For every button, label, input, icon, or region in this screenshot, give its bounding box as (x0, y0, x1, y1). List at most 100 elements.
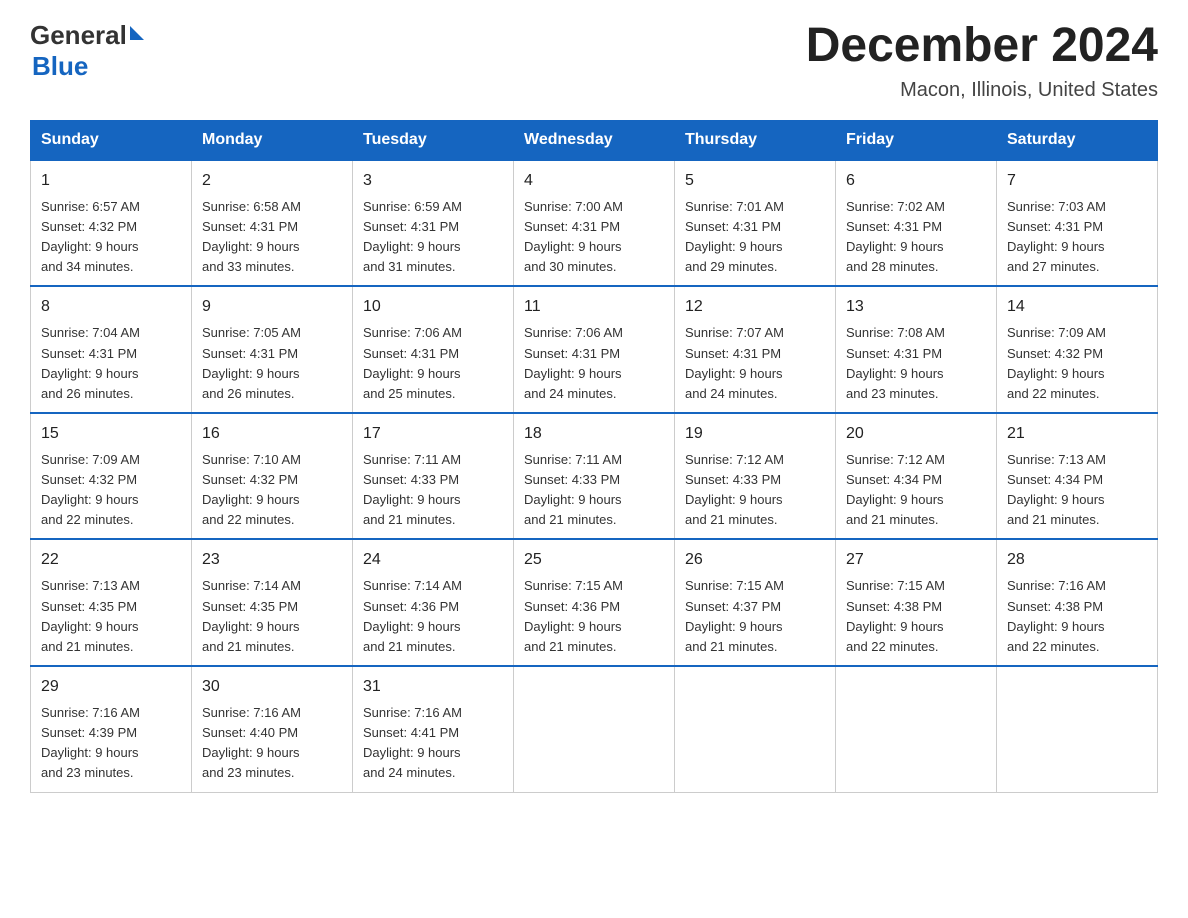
day-number: 1 (41, 169, 181, 193)
calendar-day-cell: 24 Sunrise: 7:14 AMSunset: 4:36 PMDayligh… (353, 539, 514, 666)
calendar-day-cell: 23 Sunrise: 7:14 AMSunset: 4:35 PMDayligh… (192, 539, 353, 666)
calendar-day-cell: 17 Sunrise: 7:11 AMSunset: 4:33 PMDayligh… (353, 413, 514, 540)
title-area: December 2024 Macon, Illinois, United St… (806, 20, 1158, 102)
weekday-header-sunday: Sunday (31, 120, 192, 160)
day-info: Sunrise: 7:14 AMSunset: 4:35 PMDaylight:… (202, 576, 342, 657)
weekday-header-row: SundayMondayTuesdayWednesdayThursdayFrid… (31, 120, 1158, 160)
page-header: General Blue December 2024 Macon, Illino… (30, 20, 1158, 102)
day-number: 7 (1007, 169, 1147, 193)
day-info: Sunrise: 7:11 AMSunset: 4:33 PMDaylight:… (524, 450, 664, 531)
calendar-week-row: 1 Sunrise: 6:57 AMSunset: 4:32 PMDaylight… (31, 160, 1158, 287)
day-info: Sunrise: 7:08 AMSunset: 4:31 PMDaylight:… (846, 323, 986, 404)
day-info: Sunrise: 7:09 AMSunset: 4:32 PMDaylight:… (41, 450, 181, 531)
day-number: 23 (202, 548, 342, 572)
calendar-day-cell: 2 Sunrise: 6:58 AMSunset: 4:31 PMDaylight… (192, 160, 353, 287)
calendar-day-cell: 25 Sunrise: 7:15 AMSunset: 4:36 PMDayligh… (514, 539, 675, 666)
calendar-table: SundayMondayTuesdayWednesdayThursdayFrid… (30, 120, 1158, 793)
day-info: Sunrise: 7:15 AMSunset: 4:36 PMDaylight:… (524, 576, 664, 657)
day-info: Sunrise: 7:14 AMSunset: 4:36 PMDaylight:… (363, 576, 503, 657)
day-number: 14 (1007, 295, 1147, 319)
calendar-day-cell: 30Sunrise: 7:16 AMSunset: 4:40 PMDayligh… (192, 666, 353, 792)
calendar-week-row: 29 Sunrise: 7:16 AMSunset: 4:39 PMDayligh… (31, 666, 1158, 792)
weekday-header-wednesday: Wednesday (514, 120, 675, 160)
day-number: 29 (41, 675, 181, 699)
day-number: 25 (524, 548, 664, 572)
day-number: 10 (363, 295, 503, 319)
calendar-day-cell: 28 Sunrise: 7:16 AMSunset: 4:38 PMDayligh… (997, 539, 1158, 666)
day-number: 6 (846, 169, 986, 193)
calendar-day-cell: 6 Sunrise: 7:02 AMSunset: 4:31 PMDaylight… (836, 160, 997, 287)
day-info: Sunrise: 7:16 AMSunset: 4:38 PMDaylight:… (1007, 576, 1147, 657)
day-info: Sunrise: 7:02 AMSunset: 4:31 PMDaylight:… (846, 197, 986, 278)
logo-text-blue: Blue (32, 51, 88, 82)
location-subtitle: Macon, Illinois, United States (806, 79, 1158, 102)
calendar-week-row: 22Sunrise: 7:13 AMSunset: 4:35 PMDayligh… (31, 539, 1158, 666)
day-info: Sunrise: 7:15 AMSunset: 4:38 PMDaylight:… (846, 576, 986, 657)
calendar-day-cell: 29 Sunrise: 7:16 AMSunset: 4:39 PMDayligh… (31, 666, 192, 792)
day-number: 26 (685, 548, 825, 572)
day-number: 19 (685, 422, 825, 446)
calendar-week-row: 15 Sunrise: 7:09 AMSunset: 4:32 PMDayligh… (31, 413, 1158, 540)
calendar-day-cell: 19 Sunrise: 7:12 AMSunset: 4:33 PMDayligh… (675, 413, 836, 540)
day-number: 28 (1007, 548, 1147, 572)
day-number: 15 (41, 422, 181, 446)
calendar-day-cell: 5Sunrise: 7:01 AMSunset: 4:31 PMDaylight… (675, 160, 836, 287)
calendar-day-cell: 8 Sunrise: 7:04 AMSunset: 4:31 PMDaylight… (31, 286, 192, 413)
day-info: Sunrise: 7:06 AMSunset: 4:31 PMDaylight:… (524, 323, 664, 404)
calendar-day-cell (836, 666, 997, 792)
calendar-day-cell: 15 Sunrise: 7:09 AMSunset: 4:32 PMDayligh… (31, 413, 192, 540)
day-info: Sunrise: 7:10 AMSunset: 4:32 PMDaylight:… (202, 450, 342, 531)
calendar-day-cell: 20Sunrise: 7:12 AMSunset: 4:34 PMDayligh… (836, 413, 997, 540)
calendar-day-cell: 31Sunrise: 7:16 AMSunset: 4:41 PMDayligh… (353, 666, 514, 792)
day-number: 8 (41, 295, 181, 319)
calendar-week-row: 8 Sunrise: 7:04 AMSunset: 4:31 PMDaylight… (31, 286, 1158, 413)
calendar-day-cell: 1 Sunrise: 6:57 AMSunset: 4:32 PMDaylight… (31, 160, 192, 287)
day-info: Sunrise: 7:11 AMSunset: 4:33 PMDaylight:… (363, 450, 503, 531)
calendar-day-cell: 26 Sunrise: 7:15 AMSunset: 4:37 PMDayligh… (675, 539, 836, 666)
day-number: 16 (202, 422, 342, 446)
day-info: Sunrise: 7:00 AMSunset: 4:31 PMDaylight:… (524, 197, 664, 278)
day-number: 24 (363, 548, 503, 572)
day-info: Sunrise: 7:05 AMSunset: 4:31 PMDaylight:… (202, 323, 342, 404)
day-number: 31 (363, 675, 503, 699)
calendar-day-cell: 22Sunrise: 7:13 AMSunset: 4:35 PMDayligh… (31, 539, 192, 666)
day-number: 9 (202, 295, 342, 319)
day-info: Sunrise: 7:06 AMSunset: 4:31 PMDaylight:… (363, 323, 503, 404)
calendar-day-cell: 10 Sunrise: 7:06 AMSunset: 4:31 PMDayligh… (353, 286, 514, 413)
day-info: Sunrise: 6:58 AMSunset: 4:31 PMDaylight:… (202, 197, 342, 278)
calendar-day-cell: 11 Sunrise: 7:06 AMSunset: 4:31 PMDayligh… (514, 286, 675, 413)
day-info: Sunrise: 7:04 AMSunset: 4:31 PMDaylight:… (41, 323, 181, 404)
day-number: 27 (846, 548, 986, 572)
calendar-day-cell: 4 Sunrise: 7:00 AMSunset: 4:31 PMDaylight… (514, 160, 675, 287)
calendar-day-cell: 13Sunrise: 7:08 AMSunset: 4:31 PMDayligh… (836, 286, 997, 413)
logo: General Blue (30, 20, 144, 82)
month-year-title: December 2024 (806, 20, 1158, 73)
day-number: 11 (524, 295, 664, 319)
calendar-day-cell (514, 666, 675, 792)
day-number: 30 (202, 675, 342, 699)
day-info: Sunrise: 7:12 AMSunset: 4:33 PMDaylight:… (685, 450, 825, 531)
logo-text-general: General (30, 20, 127, 51)
weekday-header-thursday: Thursday (675, 120, 836, 160)
day-info: Sunrise: 7:15 AMSunset: 4:37 PMDaylight:… (685, 576, 825, 657)
day-number: 18 (524, 422, 664, 446)
calendar-day-cell: 27 Sunrise: 7:15 AMSunset: 4:38 PMDayligh… (836, 539, 997, 666)
day-number: 12 (685, 295, 825, 319)
day-number: 4 (524, 169, 664, 193)
day-number: 17 (363, 422, 503, 446)
calendar-day-cell: 7Sunrise: 7:03 AMSunset: 4:31 PMDaylight… (997, 160, 1158, 287)
weekday-header-tuesday: Tuesday (353, 120, 514, 160)
day-info: Sunrise: 7:01 AMSunset: 4:31 PMDaylight:… (685, 197, 825, 278)
day-info: Sunrise: 7:07 AMSunset: 4:31 PMDaylight:… (685, 323, 825, 404)
day-info: Sunrise: 7:16 AMSunset: 4:39 PMDaylight:… (41, 703, 181, 784)
day-info: Sunrise: 6:59 AMSunset: 4:31 PMDaylight:… (363, 197, 503, 278)
day-info: Sunrise: 7:13 AMSunset: 4:34 PMDaylight:… (1007, 450, 1147, 531)
weekday-header-saturday: Saturday (997, 120, 1158, 160)
day-info: Sunrise: 6:57 AMSunset: 4:32 PMDaylight:… (41, 197, 181, 278)
calendar-day-cell (675, 666, 836, 792)
calendar-day-cell: 21Sunrise: 7:13 AMSunset: 4:34 PMDayligh… (997, 413, 1158, 540)
day-number: 2 (202, 169, 342, 193)
calendar-day-cell: 16 Sunrise: 7:10 AMSunset: 4:32 PMDayligh… (192, 413, 353, 540)
calendar-day-cell: 12 Sunrise: 7:07 AMSunset: 4:31 PMDayligh… (675, 286, 836, 413)
day-info: Sunrise: 7:12 AMSunset: 4:34 PMDaylight:… (846, 450, 986, 531)
